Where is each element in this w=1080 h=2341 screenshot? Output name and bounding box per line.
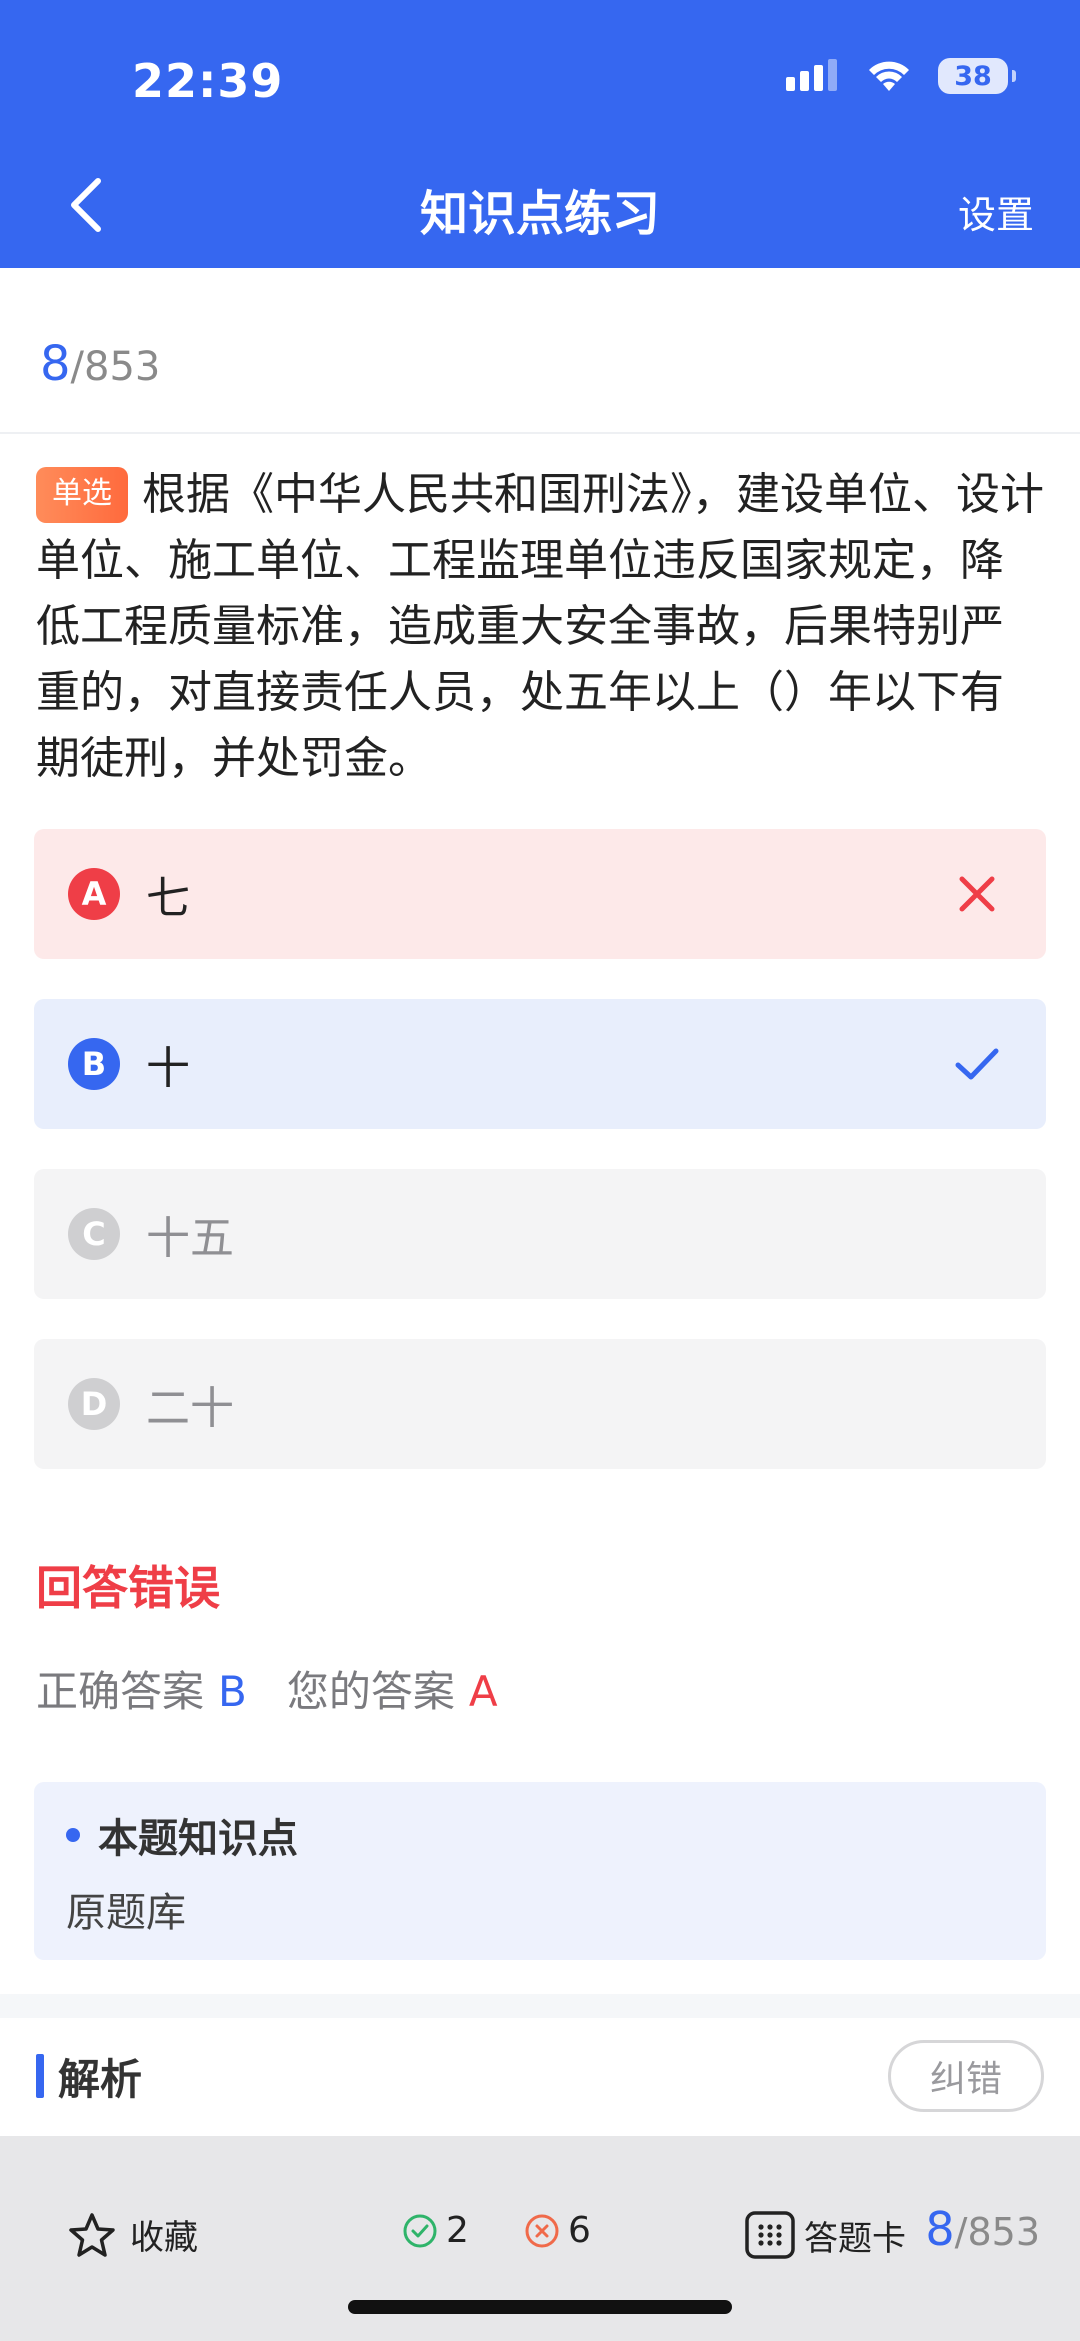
question-body: 根据《中华人民共和国刑法》，建设单位、设计单位、施工单位、工程监理单位违反国家规…	[36, 469, 1044, 784]
wrong-icon	[959, 876, 995, 912]
check-icon	[955, 1048, 999, 1080]
correct-count: 2	[402, 2210, 469, 2251]
correct-count-value: 2	[446, 2210, 469, 2251]
question-text: 单选 根据《中华人民共和国刑法》，建设单位、设计单位、施工单位、工程监理单位违反国…	[36, 462, 1046, 792]
option-label: 七	[146, 873, 190, 924]
star-icon	[69, 2212, 115, 2257]
status-icons: 38	[786, 58, 1016, 94]
option-label: 十	[146, 1043, 190, 1094]
page-title: 知识点练习	[419, 186, 660, 242]
bottom-question-counter: 8/853	[925, 2202, 1040, 2256]
x-circle-icon	[525, 2214, 559, 2247]
wrong-count-value: 6	[568, 2210, 591, 2251]
favorite-button[interactable]: 收藏	[68, 2210, 198, 2259]
option-c[interactable]: C 十五	[34, 1169, 1046, 1299]
option-label: 二十	[146, 1383, 234, 1434]
option-letter: C	[68, 1208, 120, 1260]
question-type-badge: 单选	[36, 467, 128, 523]
analysis-title: 解析	[58, 2055, 143, 2104]
total-count: /853	[70, 344, 161, 390]
section-divider	[0, 1994, 1080, 2018]
home-indicator	[348, 2300, 732, 2314]
correct-answer-value: B	[218, 1667, 247, 1716]
your-answer-label: 您的答案	[286, 1667, 455, 1716]
knowledge-point-box: 本题知识点 原题库	[34, 1782, 1046, 1960]
knowledge-point-title: 本题知识点	[98, 1816, 298, 1862]
wrong-count: 6	[524, 2210, 591, 2251]
favorite-label: 收藏	[130, 2218, 198, 2258]
correct-answer-label: 正确答案	[36, 1667, 205, 1716]
answer-card-label: 答题卡	[804, 2218, 906, 2259]
option-label: 十五	[146, 1213, 234, 1264]
option-d[interactable]: D 二十	[34, 1339, 1046, 1469]
option-b[interactable]: B 十	[34, 999, 1046, 1129]
your-answer-value: A	[468, 1667, 498, 1716]
section-accent-bar	[36, 2054, 44, 2098]
settings-button[interactable]: 设置	[958, 184, 1034, 239]
bullet-dot	[66, 1828, 80, 1842]
report-error-button[interactable]: 纠错	[888, 2040, 1044, 2112]
knowledge-point-value: 原题库	[66, 1890, 186, 1936]
result-title: 回答错误	[36, 1561, 220, 1615]
battery-icon: 38	[938, 58, 1016, 94]
option-a[interactable]: A 七	[34, 829, 1046, 959]
answer-card-button[interactable]: 答题卡	[744, 2210, 906, 2260]
current-index: 8	[925, 2202, 955, 2256]
option-letter: D	[68, 1378, 120, 1430]
current-index: 8	[40, 336, 71, 392]
signal-icon	[786, 59, 837, 91]
app-header: 22:39 38 知识点练习 设置	[0, 0, 1080, 268]
answer-summary: 正确答案 B 您的答案 A	[36, 1658, 498, 1719]
grid-icon	[745, 2211, 795, 2259]
status-time: 22:39	[132, 54, 284, 108]
check-circle-icon	[403, 2214, 437, 2247]
question-counter: 8/853	[40, 336, 160, 392]
wifi-icon	[869, 61, 909, 91]
divider	[0, 432, 1080, 434]
option-letter: A	[68, 868, 120, 920]
option-letter: B	[68, 1038, 120, 1090]
total-count: /853	[954, 2210, 1040, 2254]
